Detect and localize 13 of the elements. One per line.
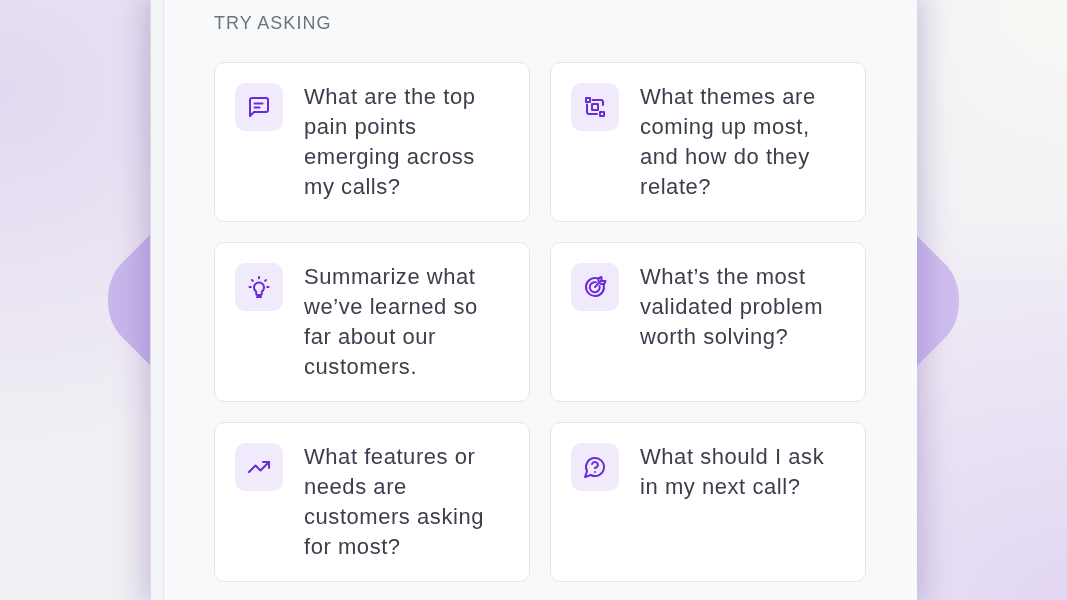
nodes-icon [571,83,619,131]
target-icon [571,263,619,311]
suggestion-card[interactable]: Summarize what we’ve learned so far about our customers. [214,242,530,402]
suggestion-card[interactable]: What’s the most validated problem worth solving? [550,242,866,402]
question-bubble-icon [571,443,619,491]
section-title: TRY ASKING [214,12,332,34]
trend-up-icon [235,443,283,491]
suggestion-card[interactable]: What features or needs are customers asking for most? [214,422,530,582]
lightbulb-icon [235,263,283,311]
chat-icon [235,83,283,131]
suggestion-card[interactable]: What should I ask in my next call? [550,422,866,582]
suggestion-card[interactable]: What themes are coming up most, and how do they relate? [550,62,866,222]
suggestion-card[interactable]: What are the top pain points emerging across my calls? [214,62,530,222]
